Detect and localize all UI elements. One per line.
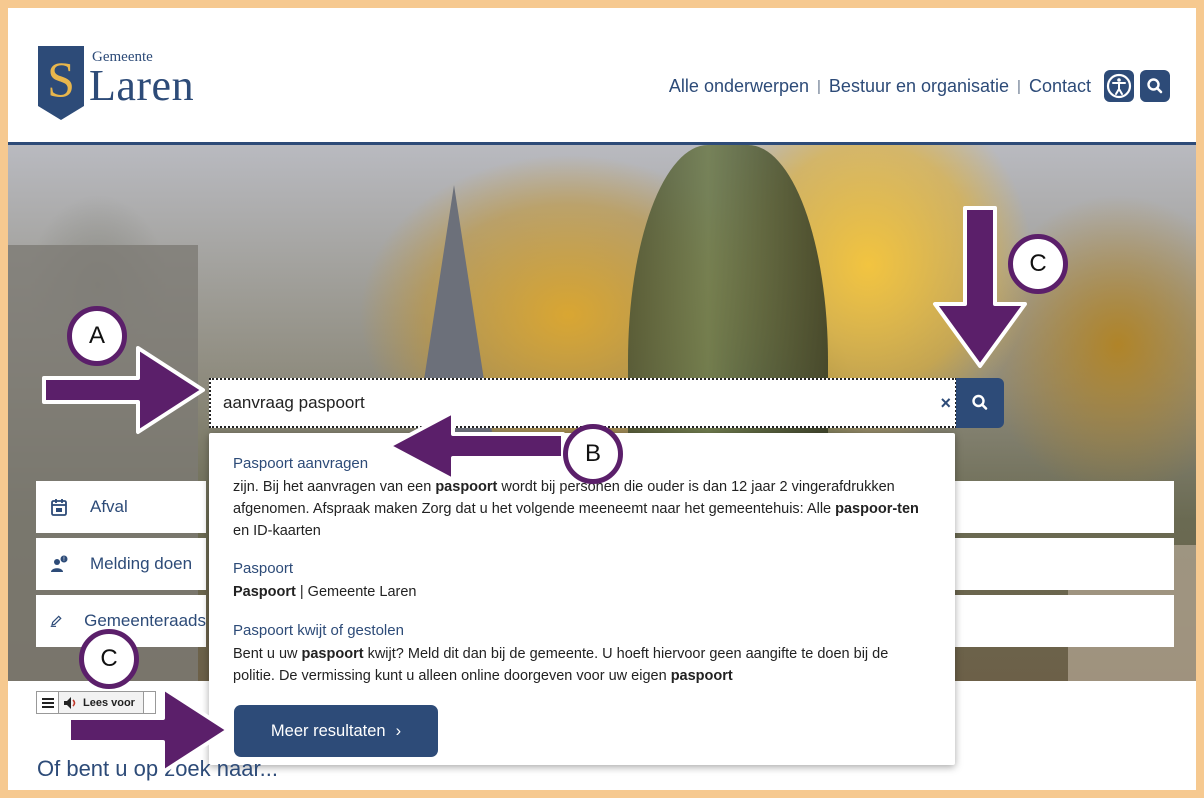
header-search-button[interactable]: [1140, 70, 1170, 102]
webpage: S Gemeente Laren Alle onderwerpen | Best…: [8, 8, 1196, 790]
annotation-arrow-right-icon: [42, 346, 205, 434]
highlight-term: paspoort: [670, 668, 733, 684]
annotation-badge-c: C: [79, 629, 139, 689]
snippet-text: Bent u uw: [233, 646, 302, 662]
highlight-term: paspoort: [301, 646, 364, 662]
quicklink-right-2[interactable]: [948, 538, 1174, 590]
highlight-term: Paspoort: [233, 584, 296, 600]
chevron-right-icon: ›: [395, 721, 402, 740]
result-snippet: zijn. Bij het aanvragen van een paspoort…: [233, 476, 933, 542]
svg-text:S: S: [47, 51, 75, 107]
top-navigation: Alle onderwerpen | Bestuur en organisati…: [669, 76, 1091, 97]
result-snippet: Bent u uw paspoort kwijt? Meld dit dan b…: [233, 643, 933, 687]
quicklink-label: Melding doen: [90, 554, 193, 573]
quicklink-label: Afval: [90, 497, 128, 516]
annotation-arrow-down-icon: [933, 206, 1027, 368]
annotation-arrow-right-icon: [67, 686, 230, 774]
quicklink-melding[interactable]: ! Melding doen: [36, 538, 206, 590]
accessibility-icon: [1106, 73, 1132, 99]
search-submit-button[interactable]: [956, 378, 1004, 428]
search-field[interactable]: ×: [209, 378, 957, 428]
shield-logo-icon[interactable]: S: [38, 46, 84, 120]
nav-link-bestuur[interactable]: Bestuur en organisatie: [829, 76, 1009, 97]
logo-title[interactable]: Laren: [89, 60, 194, 111]
more-results-label: Meer resultaten: [270, 721, 386, 740]
person-alert-icon: !: [51, 555, 68, 572]
result-snippet: Paspoort | Gemeente Laren: [233, 581, 933, 603]
nav-link-onderwerpen[interactable]: Alle onderwerpen: [669, 76, 809, 97]
snippet-text: | Gemeente Laren: [295, 584, 417, 600]
readspeaker-menu-button[interactable]: [37, 692, 59, 713]
quicklink-right-3[interactable]: [948, 595, 1174, 647]
highlight-term: paspoor-ten: [835, 501, 919, 517]
site-header: S Gemeente Laren Alle onderwerpen | Best…: [8, 8, 1196, 145]
search-icon: [1147, 78, 1163, 94]
quicklink-label: Gemeenteraads: [84, 611, 206, 630]
nav-separator: |: [1017, 78, 1021, 95]
clear-search-icon[interactable]: ×: [940, 393, 951, 414]
nav-separator: |: [817, 78, 821, 95]
annotation-arrow-left-icon: [387, 410, 565, 482]
accessibility-button[interactable]: [1104, 70, 1134, 102]
quicklink-right-1[interactable]: [948, 481, 1174, 533]
nav-link-contact[interactable]: Contact: [1029, 76, 1091, 97]
pencil-icon: [50, 615, 62, 627]
annotation-badge-a: A: [67, 306, 127, 366]
result-title[interactable]: Paspoort kwijt of gestolen: [233, 622, 933, 639]
search-suggestions-dropdown: Paspoort aanvragen zijn. Bij het aanvrag…: [209, 433, 955, 765]
search-icon: [972, 394, 988, 410]
search-result[interactable]: Paspoort Paspoort | Gemeente Laren: [233, 560, 933, 603]
annotation-badge-b: B: [563, 424, 623, 484]
more-results-button[interactable]: Meer resultaten ›: [234, 705, 438, 757]
result-title[interactable]: Paspoort: [233, 560, 933, 577]
quicklink-afval[interactable]: Afval: [36, 481, 206, 533]
snippet-text: en ID-kaarten: [233, 523, 321, 539]
search-result[interactable]: Paspoort kwijt of gestolen Bent u uw pas…: [233, 622, 933, 687]
annotation-badge-c: C: [1008, 234, 1068, 294]
calendar-icon: [51, 499, 67, 516]
